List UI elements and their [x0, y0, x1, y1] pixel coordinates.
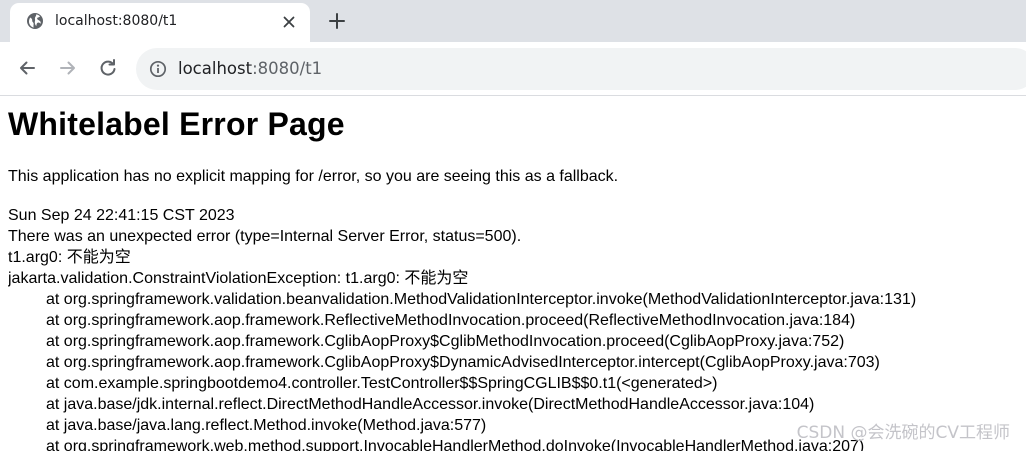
back-arrow-icon[interactable]	[15, 56, 39, 80]
tab-localhost[interactable]: localhost:8080/t1	[10, 3, 310, 42]
error-message: t1.arg0: 不能为空	[8, 249, 131, 266]
error-status: There was an unexpected error (type=Inte…	[8, 228, 522, 245]
forward-arrow-icon[interactable]	[56, 56, 80, 80]
browser-toolbar: localhost:8080/t1	[0, 42, 1026, 96]
stack-frame: at com.example.springbootdemo4.controlle…	[46, 375, 718, 392]
address-bar[interactable]: localhost:8080/t1	[136, 48, 1026, 90]
error-details: Sun Sep 24 22:41:15 CST 2023 There was a…	[8, 205, 916, 451]
stack-frame: at org.springframework.validation.beanva…	[46, 291, 917, 308]
info-icon[interactable]	[149, 60, 167, 78]
url-path: :8080/t1	[252, 59, 323, 78]
stack-frame: at org.springframework.aop.framework.Cgl…	[46, 354, 880, 371]
fallback-message: This application has no explicit mapping…	[8, 168, 619, 185]
stack-frame: at java.base/jdk.internal.reflect.Direct…	[46, 396, 815, 413]
exception-line: jakarta.validation.ConstraintViolationEx…	[8, 270, 469, 287]
stack-frame: at org.springframework.aop.framework.Cgl…	[46, 333, 845, 350]
watermark: CSDN @会洗碗的CV工程师	[796, 423, 1010, 443]
close-icon[interactable]	[280, 13, 298, 31]
tab-strip: localhost:8080/t1	[0, 0, 1026, 42]
plus-icon[interactable]	[327, 11, 347, 31]
url-text[interactable]: localhost:8080/t1	[178, 59, 322, 78]
stack-frame: at org.springframework.aop.framework.Ref…	[46, 312, 856, 329]
page-title: Whitelabel Error Page	[8, 106, 345, 142]
stack-frame: at org.springframework.web.method.suppor…	[46, 438, 865, 451]
tab-title: localhost:8080/t1	[55, 13, 178, 29]
globe-icon	[26, 12, 44, 30]
error-timestamp: Sun Sep 24 22:41:15 CST 2023	[8, 207, 235, 224]
page-content: Whitelabel Error Page This application h…	[8, 96, 1018, 451]
reload-icon[interactable]	[96, 56, 120, 80]
url-host: localhost	[178, 59, 253, 78]
stack-frame: at java.base/java.lang.reflect.Method.in…	[46, 417, 487, 434]
